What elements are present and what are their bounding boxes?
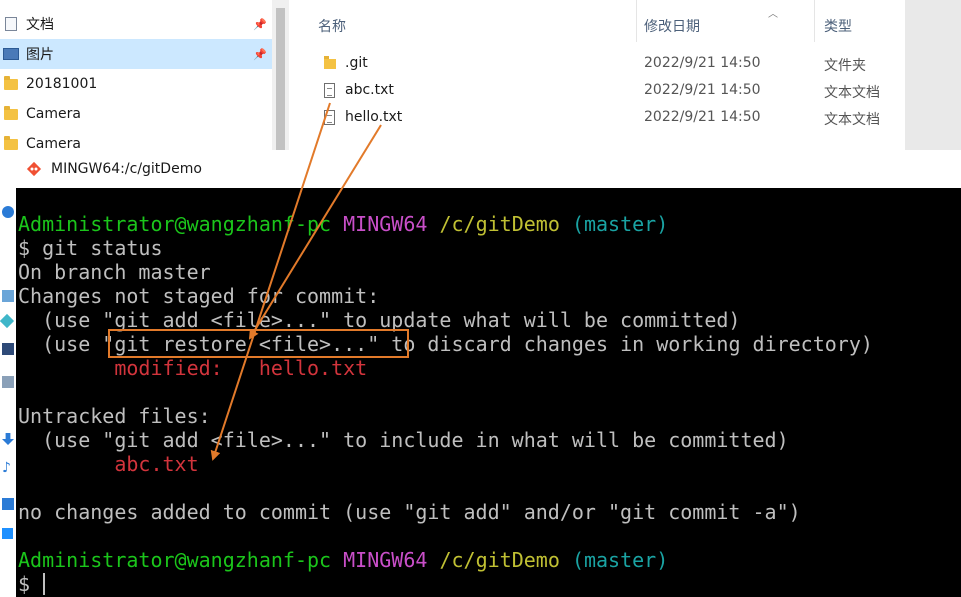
column-header-type[interactable]: 类型 bbox=[824, 16, 852, 36]
git-logo-icon bbox=[26, 161, 42, 177]
column-divider[interactable] bbox=[636, 0, 637, 42]
nav-item-camera[interactable]: Camera bbox=[0, 99, 272, 129]
file-name: .git bbox=[345, 55, 368, 71]
prompt-branch: (master) bbox=[571, 212, 669, 236]
file-row-hello[interactable]: hello.txt 2022/9/21 14:50 文本文档 bbox=[300, 104, 905, 131]
folder-icon bbox=[324, 56, 336, 69]
text-cursor bbox=[43, 573, 45, 595]
hint-restore-suffix: to discard changes in working directory) bbox=[379, 332, 873, 356]
output-line: On branch master bbox=[18, 260, 211, 284]
file-row-abc[interactable]: abc.txt 2022/9/21 14:50 文本文档 bbox=[300, 77, 905, 104]
windows-icon[interactable] bbox=[2, 528, 13, 539]
untracked-file-line: abc.txt bbox=[18, 452, 199, 476]
desktop-icon[interactable] bbox=[2, 498, 14, 510]
cube-icon[interactable] bbox=[0, 313, 15, 329]
output-line: Changes not staged for commit: bbox=[18, 284, 380, 308]
prompt-path: /c/gitDemo bbox=[439, 548, 560, 572]
hint-restore-prefix: (use bbox=[18, 332, 103, 356]
prompt-user: Administrator@wangzhanf-pc bbox=[18, 212, 332, 236]
file-explorer-window: 文档 📌 图片 📌 20181001 Camera Camera ︿ 名称 修改… bbox=[0, 0, 961, 160]
terminal-window[interactable]: MINGW64:/c/gitDemo Administrator@wangzha… bbox=[16, 150, 961, 597]
pin-icon[interactable]: 📌 bbox=[253, 48, 267, 61]
nav-scrollbar-thumb[interactable] bbox=[276, 8, 285, 156]
text-file-icon bbox=[324, 110, 335, 125]
music-icon[interactable]: ♪ bbox=[2, 461, 14, 475]
terminal-output[interactable]: Administrator@wangzhanf-pc MINGW64 /c/gi… bbox=[18, 188, 961, 597]
file-modified: 2022/9/21 14:50 bbox=[644, 82, 761, 98]
navigation-pane: 文档 📌 图片 📌 20181001 Camera Camera bbox=[0, 0, 272, 160]
film-icon[interactable] bbox=[2, 343, 14, 355]
sort-ascending-icon: ︿ bbox=[768, 9, 778, 20]
nav-item-pictures[interactable]: 图片 📌 bbox=[0, 39, 272, 69]
file-modified: 2022/9/21 14:50 bbox=[644, 109, 761, 125]
column-divider[interactable] bbox=[814, 0, 815, 42]
text-file-icon bbox=[324, 83, 335, 98]
download-icon[interactable] bbox=[2, 433, 14, 445]
command-line: $ git status bbox=[18, 236, 163, 260]
pin-icon[interactable]: 📌 bbox=[253, 18, 267, 31]
input-line[interactable]: $ bbox=[18, 572, 42, 596]
nav-item-label: 文档 bbox=[26, 17, 54, 33]
nav-item-documents[interactable]: 文档 📌 bbox=[0, 9, 272, 39]
file-row-git[interactable]: .git 2022/9/21 14:50 文件夹 bbox=[300, 50, 905, 77]
prompt-branch: (master) bbox=[571, 548, 669, 572]
prompt-path: /c/gitDemo bbox=[439, 212, 560, 236]
annotation-highlight-box bbox=[108, 329, 409, 358]
desktop-icon-strip: ♪ bbox=[0, 150, 16, 597]
column-header-modified[interactable]: 修改日期 bbox=[644, 16, 700, 36]
file-modified: 2022/9/21 14:50 bbox=[644, 55, 761, 71]
folder-icon bbox=[4, 135, 18, 150]
folder-icon bbox=[4, 105, 18, 120]
prompt-env: MINGW64 bbox=[343, 548, 428, 572]
output-line: Untracked files: bbox=[18, 404, 211, 428]
file-type: 文本文档 bbox=[824, 85, 880, 101]
computer-icon[interactable] bbox=[2, 376, 14, 388]
terminal-title: MINGW64:/c/gitDemo bbox=[51, 161, 202, 177]
nav-item-20181001[interactable]: 20181001 bbox=[0, 69, 272, 99]
nav-item-label: Camera bbox=[26, 106, 81, 122]
terminal-titlebar[interactable]: MINGW64:/c/gitDemo bbox=[16, 150, 961, 188]
monitor-icon[interactable] bbox=[2, 290, 14, 302]
prompt-user: Administrator@wangzhanf-pc bbox=[18, 548, 332, 572]
window-backdrop bbox=[905, 0, 961, 150]
file-type: 文本文档 bbox=[824, 112, 880, 128]
cloud-icon[interactable] bbox=[2, 206, 14, 218]
column-header-name[interactable]: 名称 bbox=[318, 16, 346, 36]
file-name: abc.txt bbox=[345, 82, 394, 98]
prompt-env: MINGW64 bbox=[343, 212, 428, 236]
document-icon bbox=[5, 17, 17, 31]
nav-item-label: 20181001 bbox=[26, 76, 98, 92]
nav-scrollbar[interactable] bbox=[272, 0, 289, 160]
prompt-line: Administrator@wangzhanf-pc MINGW64 /c/gi… bbox=[18, 212, 668, 236]
column-headers: ︿ 名称 修改日期 类型 bbox=[300, 0, 905, 50]
picture-icon bbox=[3, 48, 19, 60]
modified-file-line: modified: hello.txt bbox=[18, 356, 368, 380]
output-line: (use "git add <file>..." to include in w… bbox=[18, 428, 789, 452]
folder-icon bbox=[4, 75, 18, 90]
prompt-line: Administrator@wangzhanf-pc MINGW64 /c/gi… bbox=[18, 548, 668, 572]
nav-item-label: 图片 bbox=[26, 47, 54, 63]
output-line: no changes added to commit (use "git add… bbox=[18, 500, 801, 524]
file-type: 文件夹 bbox=[824, 58, 866, 74]
file-name: hello.txt bbox=[345, 109, 403, 125]
